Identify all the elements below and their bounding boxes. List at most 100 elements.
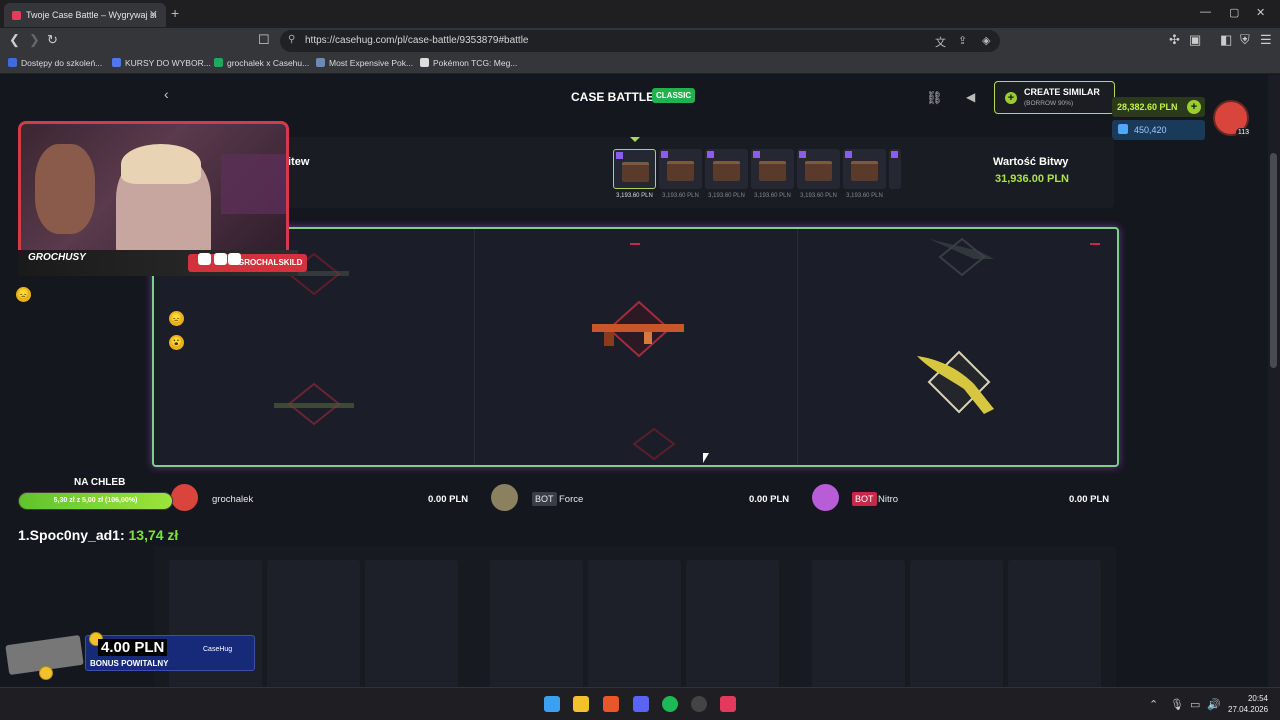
browser-toolbar: ❮ ❯ ↻ ☐ ⚲ https://casehug.com/pl/case-ba… (0, 28, 1280, 54)
streamer-hair-shape (121, 144, 201, 184)
page-content: ‹ CASE BATTLE CLASSIC ⛓ ◀ + CREATE SIMIL… (0, 75, 1268, 687)
player-value: 0.00 PLN (428, 494, 469, 505)
balance-value: 28,382.60 PLN (1117, 102, 1178, 112)
case-box-icon (805, 161, 832, 181)
translate-icon[interactable]: 文 (935, 34, 946, 50)
player-card: BOT Force 0.00 PLN (477, 472, 797, 532)
sidebar-icon[interactable]: ◧ (1220, 32, 1232, 48)
case-thumbnail[interactable] (843, 149, 886, 189)
deposit-button[interactable]: + (1187, 100, 1201, 114)
case-star-icon (616, 152, 623, 159)
page-scrollbar[interactable] (1268, 75, 1280, 687)
case-box-icon (667, 161, 694, 181)
tray-chevron-icon[interactable]: ⌃ (1149, 698, 1158, 711)
donation-goal-title: NA CHLEB (74, 477, 126, 488)
back-icon[interactable]: ❮ (9, 32, 20, 48)
copy-link-icon[interactable]: ⛓ (926, 90, 943, 106)
bookmark-favicon-icon (420, 58, 429, 67)
extensions-icon[interactable]: ✣ (1169, 32, 1180, 48)
case-price: 3,193.60 PLN (708, 193, 745, 199)
site-info-icon[interactable]: ⚲ (288, 34, 295, 45)
network-icon[interactable]: ▭ (1190, 698, 1200, 711)
bookmark-icon[interactable]: ☐ (258, 32, 270, 48)
case-thumbnail[interactable] (705, 149, 748, 189)
bookmark-favicon-icon (316, 58, 325, 67)
menu-icon[interactable]: ☰ (1260, 32, 1272, 48)
url-text: https://casehug.com/pl/case-battle/93538… (305, 35, 529, 46)
case-star-icon (845, 151, 852, 158)
vpn-icon[interactable]: ⛨ (1240, 32, 1250, 48)
item-slots-area (154, 546, 1116, 687)
reload-icon[interactable]: ↻ (47, 32, 58, 48)
sad-emoji-icon[interactable]: 😞 (169, 311, 184, 326)
scrollbar-thumb[interactable] (1270, 153, 1277, 368)
wallet-icon[interactable]: ▣ (1189, 32, 1201, 48)
sound-toggle-icon[interactable]: ◀ (966, 90, 975, 104)
bookmark-item[interactable]: KURSY DO WYBOR... (112, 58, 211, 68)
sad-emoji-icon[interactable]: 😞 (16, 287, 31, 302)
user-avatar[interactable]: 113 (1213, 100, 1251, 137)
item-slot (588, 560, 681, 687)
top-donor: 1.Spoc0ny_ad1: 13,74 zł (18, 527, 178, 543)
browser-tab[interactable]: Twoje Case Battle – Wygrywaj si ✕ (4, 3, 166, 27)
case-thumbnail[interactable] (751, 149, 794, 189)
avatar[interactable] (491, 484, 518, 511)
diamond-icon (1118, 124, 1128, 134)
obs-icon[interactable] (691, 696, 707, 712)
windows-taskbar: ⌃ 🎙 ▭ 🔊 20:54 27.04.2026 (0, 687, 1280, 720)
bookmark-item[interactable]: Most Expensive Pok... (316, 58, 413, 68)
item-slot (1008, 560, 1101, 687)
tab-close-icon[interactable]: ✕ (149, 8, 158, 21)
bookmark-favicon-icon (214, 58, 223, 67)
brave-browser-icon[interactable] (603, 696, 619, 712)
browser-tab-strip: Twoje Case Battle – Wygrywaj si ✕ + — ▢ … (0, 0, 1280, 28)
microphone-icon[interactable]: 🎙 (1170, 698, 1184, 711)
avatar[interactable] (171, 484, 198, 511)
mouse-cursor-icon (703, 453, 709, 463)
balance-display[interactable]: 28,382.60 PLN + (1112, 97, 1205, 117)
bookmark-item[interactable]: Dostępy do szkoleń... (8, 58, 102, 68)
back-button[interactable]: ‹ (164, 86, 169, 102)
volume-icon[interactable]: 🔊 (1207, 698, 1221, 711)
case-thumbnail[interactable] (613, 149, 656, 189)
avatar[interactable] (812, 484, 839, 511)
address-bar[interactable]: ⚲ https://casehug.com/pl/case-battle/935… (280, 30, 1000, 52)
player-value: 0.00 PLN (1069, 494, 1110, 505)
bookmark-favicon-icon (8, 58, 17, 67)
case-price: 3,193.60 PLN (846, 193, 883, 199)
system-clock[interactable]: 20:54 27.04.2026 (1228, 693, 1268, 715)
tiktok-icon (214, 253, 227, 265)
tiktok-live-icon[interactable] (720, 696, 736, 712)
case-thumbnail[interactable] (889, 149, 901, 189)
case-thumbnail[interactable] (797, 149, 840, 189)
bookmark-item[interactable]: Pokémon TCG: Meg... (420, 58, 517, 68)
case-star-icon (661, 151, 668, 158)
player-name[interactable]: Nitro (878, 494, 898, 505)
surprised-emoji-icon[interactable]: 😮 (169, 335, 184, 350)
gold-knife-item (917, 350, 994, 414)
forward-icon[interactable]: ❯ (29, 32, 40, 48)
background-light-shape (221, 154, 286, 214)
spotify-icon[interactable] (662, 696, 678, 712)
case-thumbnail[interactable] (659, 149, 702, 189)
bookmark-item[interactable]: grochalek x Casehu... (214, 58, 309, 68)
player-name[interactable]: grochalek (212, 494, 253, 505)
discord-icon[interactable] (633, 696, 649, 712)
mode-badge: CLASSIC (652, 88, 696, 103)
page-title: CASE BATTLE (571, 90, 655, 104)
create-similar-label: CREATE SIMILAR (1024, 87, 1100, 97)
player-name[interactable]: Force (559, 494, 583, 505)
minimize-button[interactable]: — (1200, 6, 1211, 18)
file-explorer-icon[interactable] (573, 696, 589, 712)
bonus-label: BONUS POWITALNY (90, 659, 169, 668)
maximize-button[interactable]: ▢ (1229, 6, 1239, 19)
create-similar-button[interactable]: + CREATE SIMILAR (BORROW 90%) (994, 81, 1115, 114)
brave-shield-icon[interactable]: ◈ (982, 34, 990, 47)
player-card: grochalek 0.00 PLN (154, 472, 474, 532)
battle-worth-value: 31,936.00 PLN (995, 173, 1069, 185)
share-icon[interactable]: ⇪ (958, 34, 967, 47)
close-window-button[interactable]: ✕ (1256, 6, 1265, 19)
new-tab-button[interactable]: + (171, 5, 179, 21)
cases-label: itew (288, 156, 310, 168)
windows-start-icon[interactable] (544, 696, 560, 712)
